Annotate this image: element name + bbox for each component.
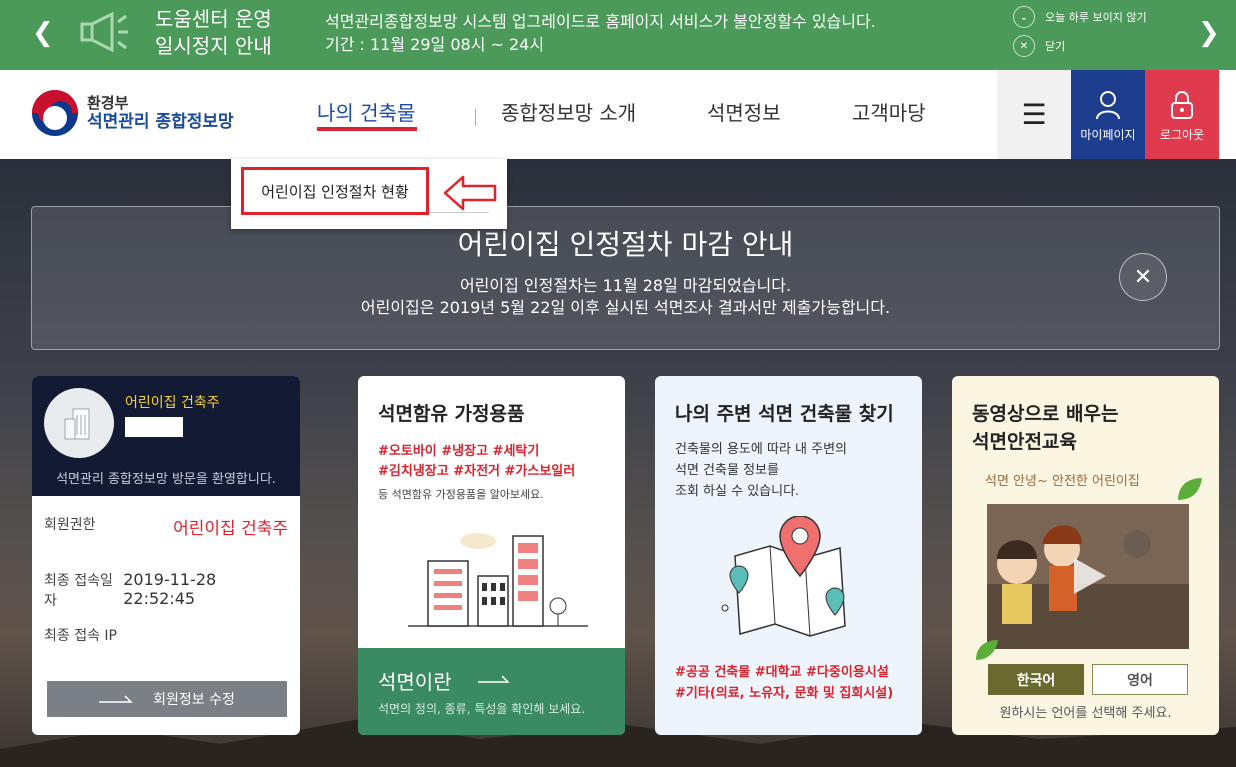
info-label: 최종 접속 IP	[44, 628, 117, 644]
card-title-line1: 동영상으로 배우는	[972, 403, 1119, 425]
arrow-right-icon	[478, 675, 510, 683]
lang-hint: 원하시는 언어를 선택해 주세요.	[999, 706, 1172, 721]
mypage-label: 마이페이지	[1080, 128, 1136, 142]
notice-close-option[interactable]: ✕ 닫기	[1013, 35, 1065, 57]
lang-english-button[interactable]: 영어	[1092, 664, 1188, 695]
tags-line1: #공공 건축물 #대학교 #다중이용시설	[675, 665, 889, 680]
logout-button[interactable]: 로그아웃	[1145, 70, 1219, 159]
card-title-line2: 석면안전교육	[972, 431, 1077, 453]
user-icon	[1096, 91, 1120, 120]
arrow-right-icon	[99, 695, 133, 703]
announcement-title: 어린이집 인정절차 마감 안내	[457, 228, 794, 261]
notice-title: 도움센터 운영 일시정지 안내	[155, 6, 295, 60]
megaphone-icon	[80, 11, 128, 53]
card-title: 나의 주변 석면 건축물 찾기	[675, 403, 894, 425]
logo-ministry: 환경부	[87, 93, 129, 112]
info-value: 2019-11-28 22:52:45	[123, 570, 217, 608]
announcement-close-icon[interactable]: ✕	[1119, 253, 1167, 301]
edit-profile-label: 회원정보 수정	[153, 692, 235, 708]
logo-name: 석면관리 종합정보망	[87, 111, 234, 132]
nav-customer[interactable]: 고객마당	[852, 100, 926, 126]
card-desc: 건축물의 용도에 따라 내 주변의 석면 건축물 정보를 조회 하실 수 있습니…	[675, 439, 847, 502]
info-label: 최종 접속일자	[44, 573, 113, 609]
lock-icon	[1171, 91, 1193, 119]
user-role: 어린이집 건축주	[125, 395, 220, 411]
notice-bar: ❮ 도움센터 운영 일시정지 안내 석면관리종합정보망 시스템 업그레이드로 홈…	[0, 0, 1236, 70]
pointer-arrow-icon	[443, 175, 497, 211]
hide-today-label: 오늘 하루 보이지 않기	[1045, 11, 1147, 24]
taegeuk-logo-icon	[32, 90, 78, 136]
what-is-asbestos-link[interactable]: 석면이란 석면의 정의, 종류, 특성을 확인해 보세요.	[358, 648, 625, 735]
tags-line2: #김치냉장고 #자전거 #가스보일러	[378, 464, 576, 479]
info-row-last-ip: 최종 접속 IP	[44, 625, 288, 645]
tags-line1: #오토바이 #냉장고 #세탁기	[378, 444, 540, 459]
nav-separator	[475, 109, 476, 126]
close-icon: ✕	[1013, 35, 1035, 57]
building-icon	[64, 408, 90, 440]
leaf-icon	[1178, 478, 1202, 500]
card-tags: #오토바이 #냉장고 #세탁기 #김치냉장고 #자전거 #가스보일러	[378, 442, 575, 482]
video-subtitle: 석면 안녕~ 안전한 어린이집	[985, 474, 1140, 489]
nav-about[interactable]: 종합정보망 소개	[501, 100, 636, 126]
desc-line1: 건축물의 용도에 따라 내 주변의	[675, 442, 848, 457]
leaf-icon	[976, 640, 998, 660]
announcement-banner: 어린이집 인정절차 마감 안내 어린이집 인정절차는 11월 28일 마감되었습…	[31, 206, 1220, 350]
nav-my-building[interactable]: 나의 건축물	[317, 100, 415, 126]
notice-next-arrow-icon[interactable]: ❯	[1198, 18, 1220, 48]
desc-line3: 조회 하실 수 있습니다.	[675, 484, 800, 499]
card-desc: 등 석면함유 가정용품을 알아보세요.	[378, 488, 544, 501]
info-row-role: 회원권한 어린이집 건축주	[44, 514, 288, 539]
lang-korean-button[interactable]: 한국어	[988, 664, 1084, 695]
tags-line2: #기타(의료, 노유자, 문화 및 집회시설)	[675, 686, 894, 701]
notice-close-label: 닫기	[1045, 40, 1066, 53]
info-value: 어린이집 건축주	[173, 519, 288, 539]
user-id-masked	[125, 417, 183, 437]
submenu-daycare-status[interactable]: 어린이집 인정절차 현황	[241, 167, 429, 215]
card-tags: #공공 건축물 #대학교 #다중이용시설 #기타(의료, 노유자, 문화 및 집…	[675, 662, 893, 704]
notice-title-line2: 일시정지 안내	[155, 34, 272, 58]
nearby-buildings-card[interactable]: 나의 주변 석면 건축물 찾기 건축물의 용도에 따라 내 주변의 석면 건축물…	[655, 376, 922, 735]
welcome-message: 석면관리 종합정보망 방문을 환영합니다.	[56, 472, 276, 487]
user-card-header: 어린이집 건축주 석면관리 종합정보망 방문을 환영합니다.	[32, 376, 300, 496]
video-player[interactable]	[987, 504, 1189, 649]
avatar	[44, 388, 114, 458]
logout-label: 로그아웃	[1159, 128, 1205, 142]
menu-hamburger-icon[interactable]: ☰	[997, 70, 1071, 159]
nav-active-underline	[317, 127, 417, 131]
nav-asbestos-info[interactable]: 석면정보	[707, 100, 781, 126]
buildings-illustration	[408, 533, 588, 627]
video-education-card: 동영상으로 배우는 석면안전교육 석면 안녕~ 안전한 어린이집 한국어 영어 …	[952, 376, 1219, 735]
household-products-card[interactable]: 석면함유 가정용품 #오토바이 #냉장고 #세탁기 #김치냉장고 #자전거 #가…	[358, 376, 625, 735]
site-logo[interactable]: 환경부 석면관리 종합정보망	[32, 90, 234, 136]
info-row-last-login: 최종 접속일자 2019-11-28 22:52:45	[44, 570, 288, 610]
mypage-button[interactable]: 마이페이지	[1071, 70, 1145, 159]
hide-today-option[interactable]: ⌄ 오늘 하루 보이지 않기	[1013, 6, 1147, 28]
notice-message-text: 석면관리종합정보망 시스템 업그레이드로 홈페이지 서비스가 불안정할수 있습니…	[325, 12, 876, 31]
desc-line2: 석면 건축물 정보를	[675, 463, 779, 478]
notice-message: 석면관리종합정보망 시스템 업그레이드로 홈페이지 서비스가 불안정할수 있습니…	[325, 10, 876, 56]
announcement-line2: 어린이집은 2019년 5월 22일 이후 실시된 석면조사 결과서만 제출가능…	[360, 298, 891, 317]
notice-title-line1: 도움센터 운영	[155, 7, 272, 31]
user-info-card: 어린이집 건축주 석면관리 종합정보망 방문을 환영합니다. 회원권한 어린이집…	[32, 376, 300, 735]
submenu-dropdown: 어린이집 인정절차 현황	[231, 159, 507, 229]
chevron-down-icon: ⌄	[1013, 6, 1035, 28]
notice-prev-arrow-icon[interactable]: ❮	[32, 18, 54, 48]
edit-profile-button[interactable]: 회원정보 수정	[47, 681, 287, 717]
info-label: 회원권한	[44, 517, 96, 533]
announcement-line1: 어린이집 인정절차는 11월 28일 마감되었습니다.	[459, 276, 792, 295]
card-title: 석면함유 가정용품	[378, 403, 525, 425]
map-pins-illustration	[721, 516, 846, 637]
footer-desc: 석면의 정의, 종류, 특성을 확인해 보세요.	[378, 702, 586, 716]
play-icon[interactable]	[1072, 556, 1108, 596]
footer-title: 석면이란	[378, 670, 452, 694]
notice-period: 기간 : 11월 29일 08시 ~ 24시	[325, 35, 545, 54]
